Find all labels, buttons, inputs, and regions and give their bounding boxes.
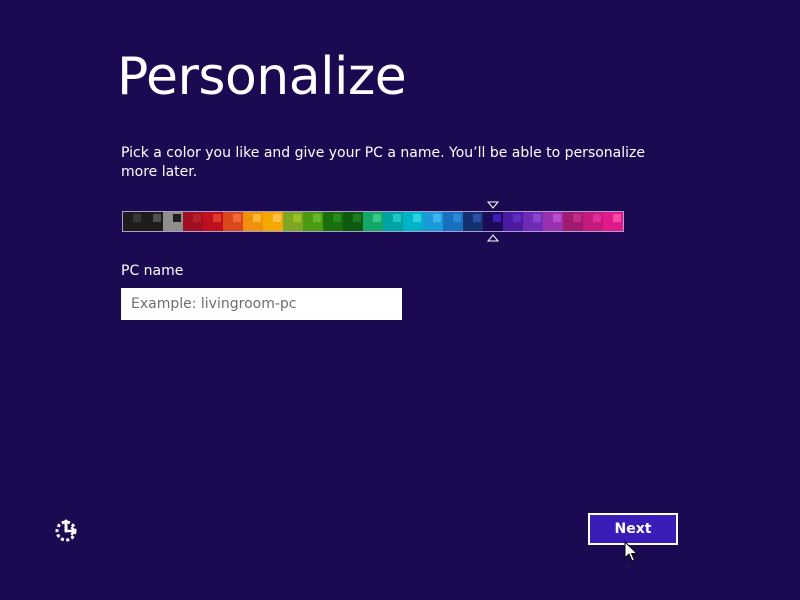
color-swatch[interactable] <box>123 212 143 231</box>
color-swatch[interactable] <box>303 212 323 231</box>
ease-of-access-icon[interactable] <box>53 516 81 544</box>
color-swatch[interactable] <box>383 212 403 231</box>
color-swatch-accent <box>513 214 521 222</box>
color-swatch[interactable] <box>603 212 623 231</box>
color-swatch[interactable] <box>523 212 543 231</box>
color-swatch[interactable] <box>583 212 603 231</box>
color-swatch-accent <box>593 214 601 222</box>
next-button[interactable]: Next <box>588 513 678 545</box>
color-swatch[interactable] <box>543 212 563 231</box>
color-swatch[interactable] <box>163 212 183 231</box>
color-swatch-accent <box>173 214 181 222</box>
color-swatch[interactable] <box>203 212 223 231</box>
color-swatch[interactable] <box>183 212 203 231</box>
color-swatch-accent <box>133 214 141 222</box>
color-swatch[interactable] <box>283 212 303 231</box>
color-swatch-accent <box>393 214 401 222</box>
color-swatch[interactable] <box>143 212 163 231</box>
color-swatch[interactable] <box>223 212 243 231</box>
color-picker[interactable] <box>122 211 624 232</box>
color-swatch-accent <box>573 214 581 222</box>
color-swatch[interactable] <box>243 212 263 231</box>
color-swatch-accent <box>493 214 501 222</box>
pc-name-input[interactable] <box>121 288 402 320</box>
color-swatch[interactable] <box>343 212 363 231</box>
color-swatch-accent <box>213 214 221 222</box>
color-swatch[interactable] <box>443 212 463 231</box>
color-swatch-accent <box>273 214 281 222</box>
color-swatch-accent <box>353 214 361 222</box>
color-swatch-accent <box>413 214 421 222</box>
pc-name-label: PC name <box>121 263 184 279</box>
color-swatch-accent <box>453 214 461 222</box>
color-swatch[interactable] <box>483 212 503 231</box>
color-swatch[interactable] <box>403 212 423 231</box>
color-swatch-accent <box>313 214 321 222</box>
color-swatch-accent <box>433 214 441 222</box>
color-swatch-accent <box>473 214 481 222</box>
color-swatch[interactable] <box>563 212 583 231</box>
color-swatch-accent <box>153 214 161 222</box>
color-swatch[interactable] <box>263 212 283 231</box>
color-swatch-accent <box>613 214 621 222</box>
color-swatch[interactable] <box>463 212 483 231</box>
color-swatch[interactable] <box>503 212 523 231</box>
color-swatch-accent <box>233 214 241 222</box>
color-swatch-accent <box>253 214 261 222</box>
color-swatch[interactable] <box>423 212 443 231</box>
color-swatch-accent <box>373 214 381 222</box>
color-swatch-accent <box>533 214 541 222</box>
color-swatch-accent <box>333 214 341 222</box>
instructions-text: Pick a color you like and give your PC a… <box>121 145 645 180</box>
color-swatch[interactable] <box>323 212 343 231</box>
color-swatch[interactable] <box>363 212 383 231</box>
selected-color-marker-top-icon <box>487 201 499 209</box>
color-swatch-accent <box>293 214 301 222</box>
selected-color-marker-bottom-icon <box>487 234 499 242</box>
page-title: Personalize <box>117 47 407 107</box>
color-swatch-accent <box>193 214 201 222</box>
color-swatch-accent <box>553 214 561 222</box>
